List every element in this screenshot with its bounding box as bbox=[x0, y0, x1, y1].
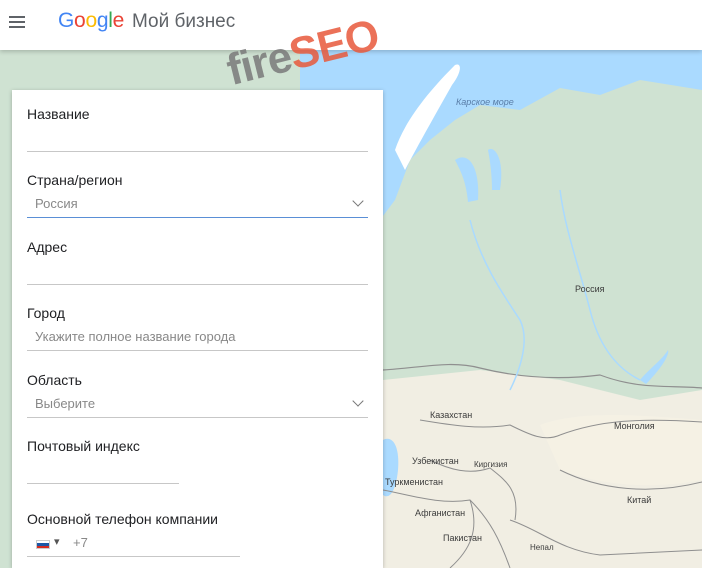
name-label: Название bbox=[27, 106, 90, 122]
country-label: Страна/регион bbox=[27, 172, 123, 188]
map-label-china: Китай bbox=[627, 495, 652, 505]
zip-input[interactable] bbox=[27, 456, 179, 484]
country-code-dropdown-icon[interactable]: ▾ bbox=[54, 535, 60, 548]
phone-field: Основной телефон компании ▾ +7 bbox=[27, 511, 368, 557]
address-input[interactable] bbox=[27, 257, 368, 285]
name-field: Название bbox=[27, 106, 368, 152]
phone-country-code: +7 bbox=[73, 535, 88, 550]
country-select[interactable]: Россия bbox=[27, 190, 368, 218]
product-name: Мой бизнес bbox=[131, 11, 236, 32]
map-label-russia: Россия bbox=[575, 284, 605, 294]
zip-field: Почтовый индекс bbox=[27, 438, 368, 484]
hamburger-menu-icon[interactable] bbox=[7, 11, 29, 33]
city-input[interactable]: Укажите полное название города bbox=[27, 323, 368, 351]
city-field: Город Укажите полное название города bbox=[27, 305, 368, 351]
phone-label: Основной телефон компании bbox=[27, 511, 218, 527]
map-label-kyrgyzstan: Киргизия bbox=[474, 460, 508, 469]
country-value: Россия bbox=[35, 196, 78, 211]
address-label: Адрес bbox=[27, 239, 68, 255]
phone-input[interactable]: ▾ +7 bbox=[27, 529, 240, 557]
map-label-afghanistan: Афганистан bbox=[415, 508, 466, 518]
business-form-card: Название Страна/регион Россия Адрес Горо… bbox=[12, 90, 383, 568]
region-label: Область bbox=[27, 372, 82, 388]
map-label-uzbekistan: Узбекистан bbox=[412, 456, 459, 466]
google-logo: Google bbox=[58, 9, 124, 32]
region-value: Выберите bbox=[35, 396, 96, 411]
brand: Google Мой бизнес bbox=[58, 9, 235, 33]
map-label-pakistan: Пакистан bbox=[443, 533, 482, 543]
map-label-kazakhstan: Казахстан bbox=[430, 410, 473, 420]
name-input[interactable] bbox=[27, 124, 368, 152]
map-label-nepal: Непал bbox=[530, 543, 554, 552]
chevron-down-icon bbox=[352, 395, 364, 407]
chevron-down-icon bbox=[352, 195, 364, 207]
country-field: Страна/регион Россия bbox=[27, 172, 368, 218]
map-label-turkmenistan: Туркменистан bbox=[385, 477, 444, 487]
city-placeholder: Укажите полное название города bbox=[35, 329, 236, 344]
russia-flag-icon[interactable] bbox=[36, 540, 50, 549]
region-select[interactable]: Выберите bbox=[27, 390, 368, 418]
city-label: Город bbox=[27, 305, 65, 321]
map-label-kara-sea: Карское море bbox=[456, 97, 514, 107]
map-label-mongolia: Монголия bbox=[614, 421, 655, 431]
region-field: Область Выберите bbox=[27, 372, 368, 418]
address-field: Адрес bbox=[27, 239, 368, 285]
zip-label: Почтовый индекс bbox=[27, 438, 140, 454]
